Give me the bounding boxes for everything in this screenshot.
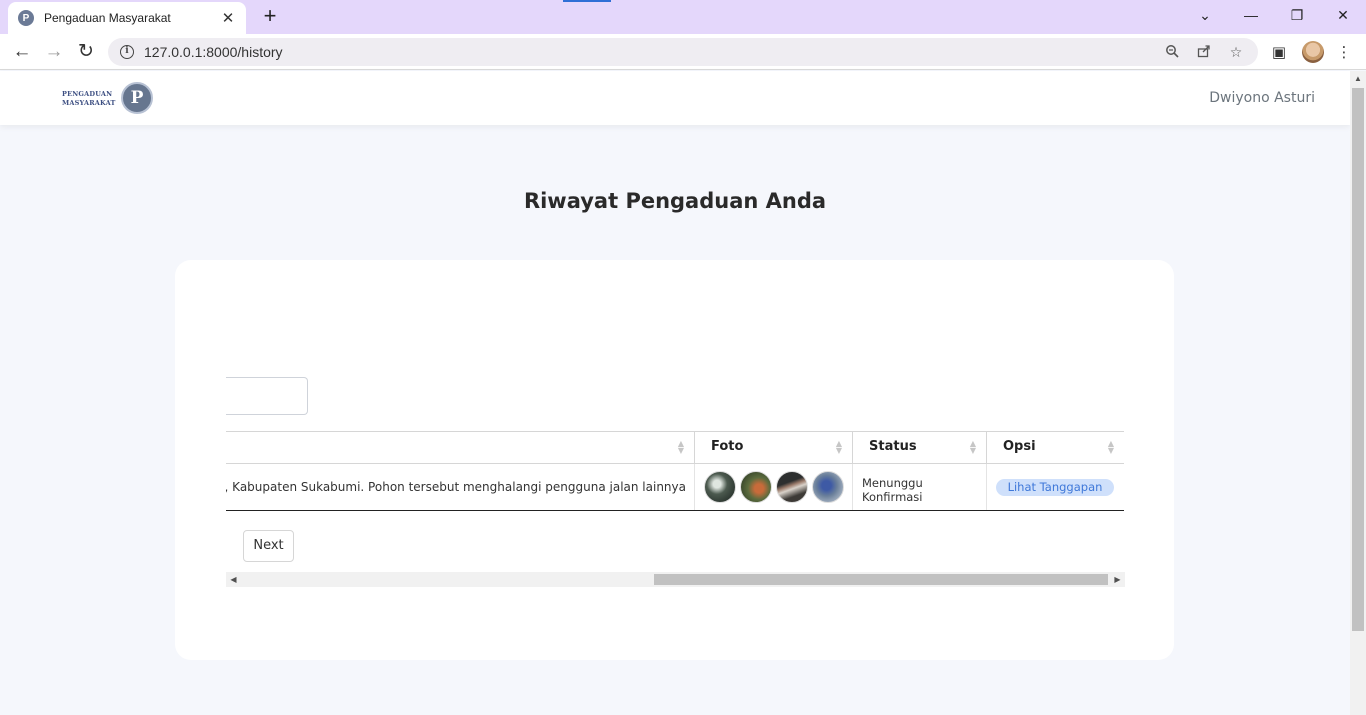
vertical-scroll-thumb[interactable] [1352, 88, 1364, 631]
history-table: ▲▼ Foto ▲▼ Status ▲▼ Opsi ▲▼ ke Sukabumi… [226, 431, 1124, 512]
search-input[interactable] [226, 377, 308, 415]
horizontal-scroll-thumb[interactable] [654, 574, 1108, 585]
address-url[interactable]: 127.0.0.1:8000/history [144, 44, 1150, 60]
minimize-button[interactable]: — [1237, 4, 1265, 28]
profile-avatar[interactable] [1302, 41, 1324, 63]
browser-menu-icon[interactable]: ⋮ [1333, 42, 1355, 64]
side-panel-icon[interactable]: ▣ [1268, 42, 1290, 64]
zoom-icon[interactable] [1162, 44, 1182, 61]
description-cell: ke Sukabumi, Kabupaten Sukabumi. Pohon t… [226, 480, 686, 494]
table-horizontal-scrollbar[interactable]: ◀ ▶ [226, 572, 1125, 587]
logo-emblem-icon[interactable]: P [121, 82, 153, 114]
status-cell: Menunggu Konfirmasi [852, 464, 986, 510]
complaint-photo-thumbnail[interactable] [776, 471, 808, 503]
column-header-foto[interactable]: Foto ▲ ▼ [694, 432, 852, 463]
logo-line-2: MASYARAKAT [62, 99, 116, 107]
view-response-button[interactable]: Lihat Tanggapan [996, 479, 1114, 496]
page-vertical-scrollbar[interactable]: ▲ [1350, 71, 1366, 715]
option-cell: Lihat Tanggapan [986, 464, 1124, 510]
logo-wordmark[interactable]: PENGADUAN MASYARAKAT [62, 90, 116, 108]
tab-close-icon[interactable]: ✕ [220, 9, 236, 27]
user-name-menu[interactable]: Dwiyono Asturi [1209, 90, 1315, 106]
sort-icon: ▲ ▼ [677, 439, 685, 455]
sort-icon: ▲ ▼ [969, 439, 977, 455]
page-title: Riwayat Pengaduan Anda [523, 189, 827, 213]
column-header-opsi[interactable]: Opsi ▲ ▼ [986, 432, 1124, 463]
logo-line-1: PENGADUAN [62, 90, 113, 98]
share-icon[interactable] [1194, 44, 1214, 61]
table-row: ke Sukabumi, Kabupaten Sukabumi. Pohon t… [226, 464, 1124, 511]
browser-tab-active[interactable]: P Pengaduan Masyarakat ✕ [8, 2, 246, 34]
next-page-button[interactable]: Next [243, 530, 294, 562]
forward-button[interactable]: → [41, 39, 67, 65]
new-tab-button[interactable]: + [258, 5, 282, 29]
column-header-description[interactable]: ▲ ▼ [226, 432, 694, 463]
scroll-left-arrow-icon[interactable]: ◀ [226, 572, 241, 587]
scroll-right-arrow-icon[interactable]: ▶ [1110, 572, 1125, 587]
column-header-status[interactable]: Status ▲ ▼ [852, 432, 986, 463]
sort-icon: ▲ ▼ [1107, 439, 1115, 455]
back-button[interactable]: ← [9, 39, 35, 65]
site-favicon-icon: P [18, 10, 34, 26]
sort-icon: ▲ ▼ [835, 439, 843, 455]
browser-toolbar: ← → ↻ i 127.0.0.1:8000/history ☆ ▣ ⋮ [0, 34, 1366, 70]
reload-button[interactable]: ↻ [73, 39, 99, 65]
site-info-icon[interactable]: i [120, 45, 134, 59]
tab-strip-accent [563, 0, 611, 2]
scroll-up-arrow-icon[interactable]: ▲ [1350, 71, 1366, 87]
address-bar[interactable]: i 127.0.0.1:8000/history ☆ [108, 38, 1258, 66]
bookmark-star-icon[interactable]: ☆ [1226, 44, 1246, 61]
restore-button[interactable]: ❐ [1283, 4, 1311, 28]
tab-title: Pengaduan Masyarakat [44, 11, 171, 25]
close-window-button[interactable]: ✕ [1329, 4, 1357, 28]
photo-cell [694, 464, 852, 510]
table-header: ▲ ▼ Foto ▲ ▼ Status ▲ ▼ Opsi ▲ ▼ [226, 431, 1124, 464]
complaint-photo-thumbnail[interactable] [740, 471, 772, 503]
complaint-photo-thumbnail[interactable] [704, 471, 736, 503]
browser-tab-strip: P Pengaduan Masyarakat ✕ + ⌄ — ❐ ✕ [0, 0, 1366, 34]
complaint-photo-thumbnail[interactable] [812, 471, 844, 503]
site-navbar: PENGADUAN MASYARAKAT P Dwiyono Asturi [0, 71, 1350, 125]
tab-search-chevron-icon[interactable]: ⌄ [1191, 4, 1219, 28]
